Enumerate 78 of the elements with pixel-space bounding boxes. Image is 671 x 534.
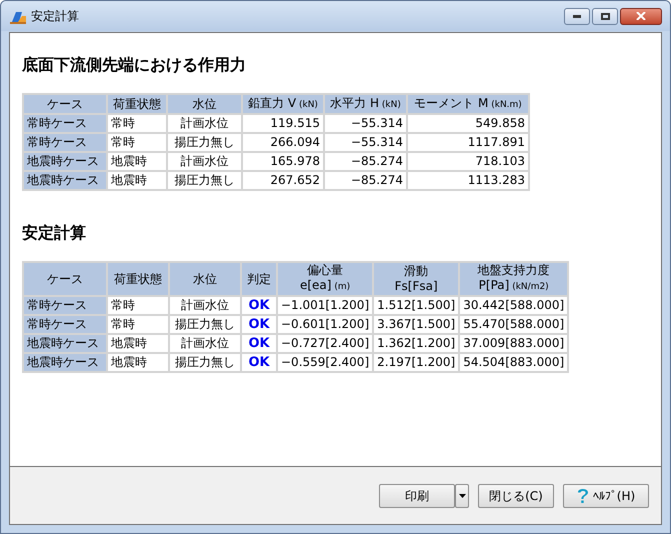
table-cell: 常時ケース (23, 133, 107, 152)
question-icon (576, 488, 589, 504)
table-cell: 揚圧力無し (169, 315, 241, 334)
close-icon (636, 12, 646, 20)
table-cell: 1.362[1.200] (373, 334, 460, 353)
window-title: 安定計算 (31, 8, 80, 25)
print-button[interactable]: 印刷 (379, 484, 455, 508)
table-cell: 1.512[1.500] (373, 296, 460, 315)
dropdown-button[interactable] (455, 484, 469, 508)
column-header: モーメント M (kN.m) (407, 94, 529, 114)
table-cell: 揚圧力無し (169, 353, 241, 372)
table-cell: 地震時 (107, 353, 169, 372)
table-cell: 揚圧力無し (167, 133, 242, 152)
column-header: 水位 (167, 94, 242, 114)
maximize-button[interactable] (592, 8, 618, 24)
table-cell: 常時ケース (23, 296, 107, 315)
column-header: ケース (23, 94, 107, 114)
table-cell: 55.470[588.000] (459, 315, 568, 334)
close-window-button[interactable] (620, 8, 662, 24)
section-heading: 底面下流側先端における作用力 (22, 54, 247, 76)
close-button[interactable]: 閉じる(C) (478, 484, 554, 508)
caret-icon (458, 494, 466, 498)
table-cell: −55.314 (324, 133, 407, 152)
table-cell: 1117.891 (407, 133, 529, 152)
column-header: 鉛直力 V (kN) (242, 94, 324, 114)
table-cell: 266.094 (242, 133, 324, 152)
table-cell: 3.367[1.500] (373, 315, 460, 334)
table-cell: 常時 (107, 133, 167, 152)
table-cell: 地震時ケース (23, 152, 107, 171)
table-cell: OK (241, 315, 277, 334)
table-cell: 1113.283 (407, 171, 529, 190)
table-cell: 計画水位 (169, 296, 241, 315)
table-cell: OK (241, 334, 277, 353)
column-header: 偏心量 e[ea] (m) (277, 262, 374, 296)
table-cell: −1.001[1.200] (277, 296, 374, 315)
table-cell: 549.858 (407, 114, 529, 133)
table-cell: OK (241, 296, 277, 315)
table-cell: −85.274 (324, 152, 407, 171)
table-cell: 常時 (107, 315, 169, 334)
column-header: 水位 (169, 262, 241, 296)
table-cell: 計画水位 (167, 152, 242, 171)
table-cell: 地震時 (107, 171, 167, 190)
table-cell: 揚圧力無し (167, 171, 242, 190)
table-cell: 計画水位 (167, 114, 242, 133)
table-cell: 267.652 (242, 171, 324, 190)
table-cell: 2.197[1.200] (373, 353, 460, 372)
table-cell: 54.504[883.000] (459, 353, 568, 372)
table-cell: 37.009[883.000] (459, 334, 568, 353)
table-cell: −85.274 (324, 171, 407, 190)
table-cell: −0.601[1.200] (277, 315, 374, 334)
table-cell: 地震時ケース (23, 171, 107, 190)
table-cell: OK (241, 353, 277, 372)
table-cell: 地震時ケース (23, 353, 107, 372)
table-cell: 常時ケース (23, 114, 107, 133)
table-cell: −0.727[2.400] (277, 334, 374, 353)
column-header: 滑動 Fs[Fsa] (373, 262, 460, 296)
minimize-button[interactable] (564, 8, 590, 24)
table-cell: 地震時 (107, 152, 167, 171)
column-header: 荷重状態 (107, 94, 167, 114)
column-header: 荷重状態 (107, 262, 169, 296)
column-header: 判定 (241, 262, 277, 296)
table-cell: 119.515 (242, 114, 324, 133)
table-cell: 地震時ケース (23, 334, 107, 353)
table-cell: 30.442[588.000] (459, 296, 568, 315)
table-cell: 718.103 (407, 152, 529, 171)
table-cell: −55.314 (324, 114, 407, 133)
table-cell: 165.978 (242, 152, 324, 171)
table-cell: 常時 (107, 114, 167, 133)
table-cell: 常時ケース (23, 315, 107, 334)
table-cell: 地震時 (107, 334, 169, 353)
table-cell: 常時 (107, 296, 169, 315)
column-header: 水平力 H (kN) (324, 94, 407, 114)
section-heading: 安定計算 (22, 222, 87, 244)
column-header: ケース (23, 262, 107, 296)
table-cell: 計画水位 (169, 334, 241, 353)
help-button[interactable]: ﾍﾙﾌﾟ(H) (563, 484, 649, 508)
column-header: 地盤支持力度 P[Pa] (kN/m2) (459, 262, 568, 296)
table-cell: −0.559[2.400] (277, 353, 374, 372)
